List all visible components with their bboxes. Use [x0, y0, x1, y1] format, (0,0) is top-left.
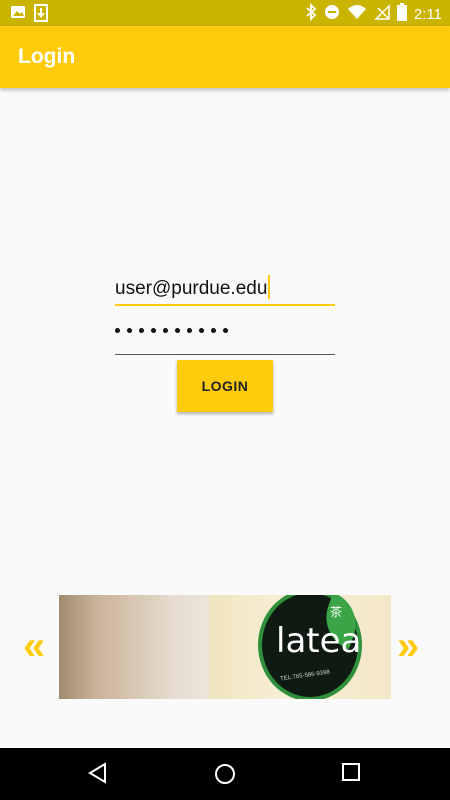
no-sim-icon [374, 4, 390, 25]
password-dot [223, 328, 228, 333]
status-bar: 2:11 [0, 0, 450, 26]
app-bar: Login [0, 26, 450, 88]
bluetooth-icon [305, 2, 317, 26]
text-cursor [268, 275, 271, 299]
password-dot [127, 328, 132, 333]
download-icon [34, 4, 48, 27]
email-value: user@purdue.edu [115, 278, 268, 299]
system-nav-bar [0, 748, 450, 800]
image-icon [10, 4, 26, 27]
logo-phone: TEL:765-586-9398 [279, 669, 331, 683]
carousel-prev-button[interactable]: « [23, 623, 45, 669]
battery-icon [396, 3, 407, 26]
password-dot [139, 328, 144, 333]
latea-logo: 茶 latea TEL:765-586-9398 [258, 595, 366, 699]
wifi-icon [347, 4, 367, 25]
do-not-disturb-icon [324, 4, 340, 25]
back-icon[interactable] [88, 762, 108, 789]
home-icon[interactable] [213, 762, 237, 791]
password-dot [199, 328, 204, 333]
carousel-next-button[interactable]: » [397, 623, 419, 669]
ad-banner[interactable]: 茶 latea TEL:765-586-9398 [59, 595, 391, 699]
recents-icon[interactable] [341, 762, 361, 787]
password-dot [151, 328, 156, 333]
email-field[interactable]: user@purdue.edu [115, 268, 335, 306]
password-dot [187, 328, 192, 333]
logo-glyph: 茶 [330, 605, 343, 619]
password-mask [115, 328, 228, 333]
password-dot [163, 328, 168, 333]
password-dot [175, 328, 180, 333]
status-time: 2:11 [413, 5, 442, 23]
page-title: Login [18, 45, 76, 68]
login-button[interactable]: LOGIN [177, 360, 273, 412]
logo-wordmark: latea [276, 621, 362, 661]
password-dot [211, 328, 216, 333]
password-dot [115, 328, 120, 333]
password-field[interactable] [115, 318, 335, 355]
